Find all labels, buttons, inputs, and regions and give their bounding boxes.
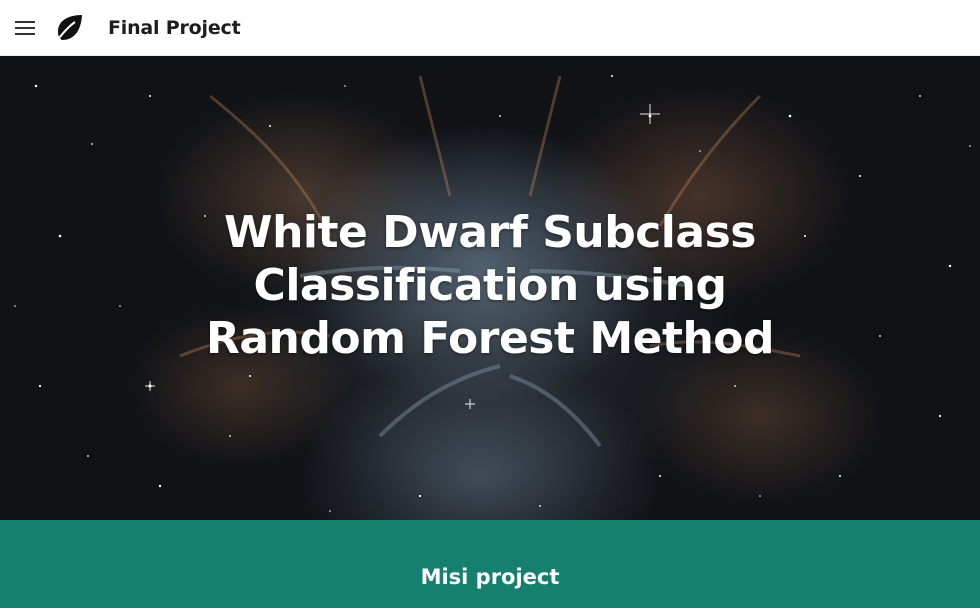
hero-title: White Dwarf Subclass Classification usin…	[205, 207, 775, 364]
page: Final Project White Dwarf Subclass Class…	[0, 0, 980, 608]
section-title: Misi project	[420, 565, 560, 589]
mission-section: Misi project	[0, 520, 980, 608]
leaf-icon[interactable]	[54, 13, 84, 43]
app-bar: Final Project	[0, 0, 980, 56]
hamburger-menu-icon[interactable]	[14, 19, 36, 37]
app-title[interactable]: Final Project	[108, 17, 241, 39]
hero-banner: White Dwarf Subclass Classification usin…	[0, 56, 980, 520]
